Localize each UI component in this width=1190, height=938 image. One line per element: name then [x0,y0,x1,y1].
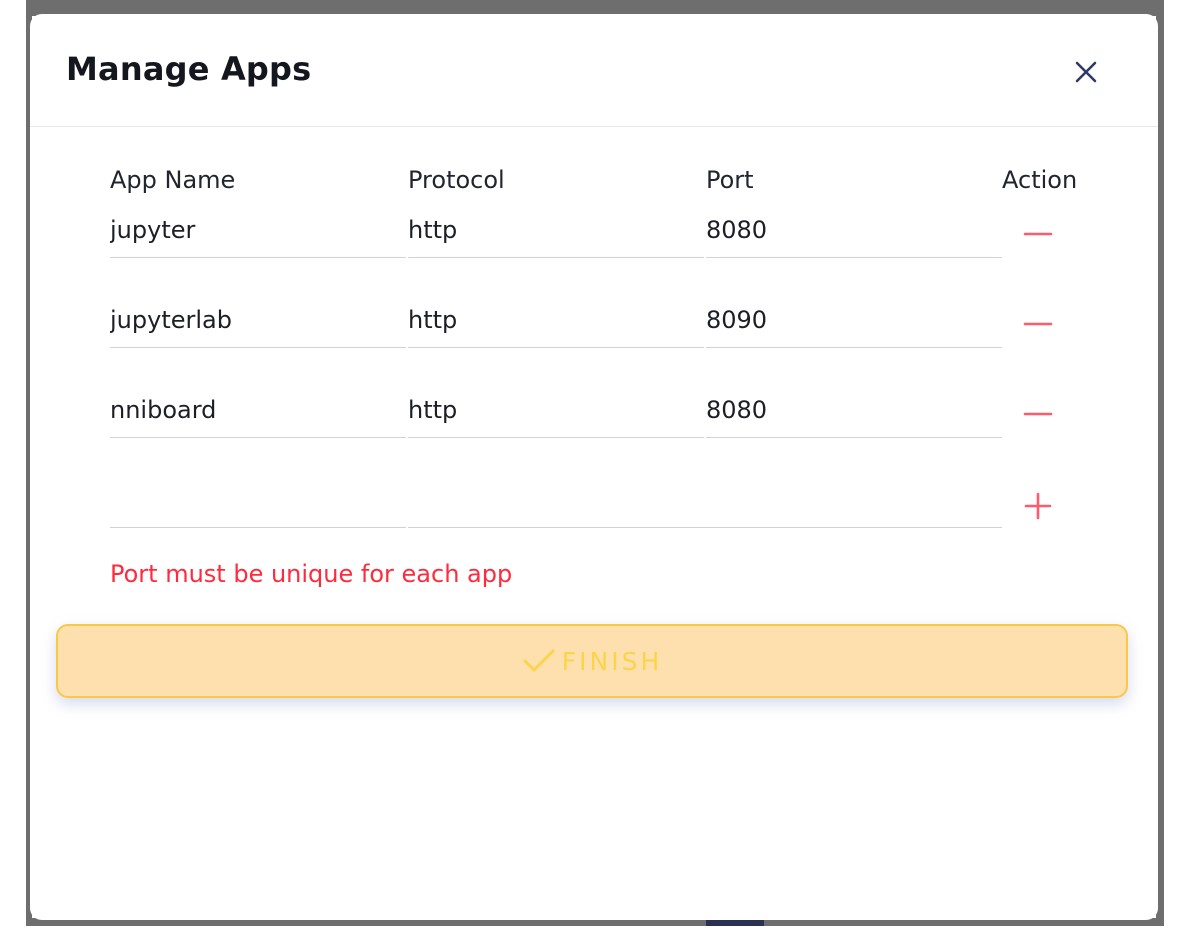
app-row: nniboard http 8080 [110,382,1110,452]
protocol-field[interactable]: http [408,292,704,348]
column-header-protocol: Protocol [408,166,505,194]
remove-app-button[interactable] [1018,394,1058,434]
protocol-field[interactable]: http [408,202,704,258]
column-header-action: Action [1002,166,1078,194]
new-app-name-field[interactable] [110,472,406,528]
protocol-field[interactable]: http [408,382,704,438]
port-error-message: Port must be unique for each app [110,560,513,588]
background-element [706,920,764,926]
finish-button[interactable]: FINISH [56,624,1128,698]
check-icon [523,649,555,672]
minus-icon [1023,232,1053,236]
new-app-row [110,472,1110,542]
minus-icon [1023,322,1053,326]
port-field[interactable]: 8080 [706,202,1002,258]
dialog-title: Manage Apps [66,50,312,88]
manage-apps-dialog: Manage Apps App Name Protocol Port Actio… [30,14,1158,920]
app-row: jupyter http 8080 [110,202,1110,272]
column-header-port: Port [706,166,754,194]
add-app-button[interactable] [1018,486,1058,526]
finish-label: FINISH [561,646,663,676]
plus-icon [1024,492,1052,520]
app-row: jupyterlab http 8090 [110,292,1110,362]
port-field[interactable]: 8080 [706,382,1002,438]
app-name-field[interactable]: nniboard [110,382,406,438]
minus-icon [1023,412,1053,416]
remove-app-button[interactable] [1018,214,1058,254]
close-button[interactable] [1066,52,1106,92]
close-icon [1075,61,1097,83]
new-protocol-port-field[interactable] [408,472,1002,528]
remove-app-button[interactable] [1018,304,1058,344]
dialog-header: Manage Apps [30,14,1158,127]
app-name-field[interactable]: jupyter [110,202,406,258]
port-field[interactable]: 8090 [706,292,1002,348]
column-header-app-name: App Name [110,166,236,194]
app-name-field[interactable]: jupyterlab [110,292,406,348]
